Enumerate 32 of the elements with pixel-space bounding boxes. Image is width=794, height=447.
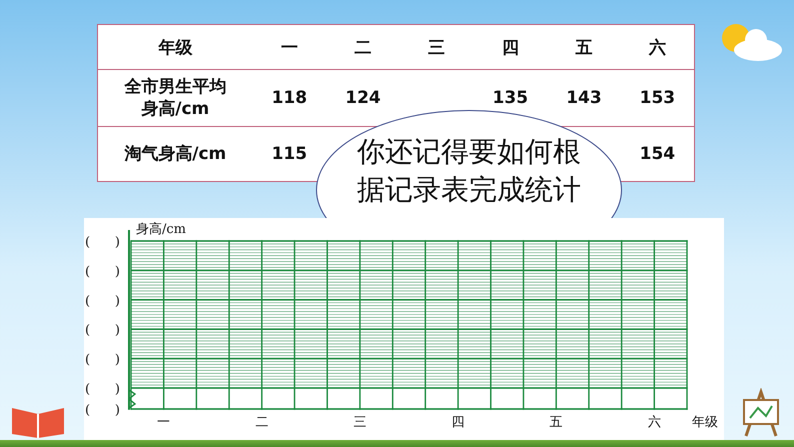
axis-value-slot: ( ) (85, 352, 120, 368)
axis-label: 一 (157, 415, 170, 430)
axis-value-slot: ( ) (85, 264, 120, 280)
column-header: 四 (473, 24, 548, 70)
table-cell: 153 (640, 88, 676, 108)
axis-title: 身高/cm (136, 222, 186, 237)
column-header: 二 (326, 24, 400, 70)
axis-value-slot: ( ) (85, 382, 120, 397)
axis-value-slot: ( ) (85, 403, 120, 418)
column-header: 一 (252, 24, 326, 70)
axis-value-slot: ( ) (85, 294, 120, 309)
axis-label: 五 (550, 415, 563, 430)
axis-label: 六 (648, 415, 661, 430)
table-cell: 154 (640, 144, 676, 164)
axis-label: 四 (452, 415, 465, 430)
axis-label: 二 (255, 415, 268, 430)
column-header: 五 (547, 24, 621, 70)
row-label: 全市男生平均身高/cm (123, 76, 228, 120)
table-cell: 143 (566, 88, 602, 108)
axis-value-slot: ( ) (85, 323, 120, 338)
table-cell: 115 (272, 144, 308, 164)
axis-label: 三 (353, 415, 366, 430)
table-cell: 124 (345, 88, 381, 108)
column-header: 六 (620, 24, 694, 70)
table-cell: 135 (492, 88, 528, 108)
row-label: 淘气身高/cm (123, 142, 228, 166)
column-header: 年级 (98, 24, 252, 70)
axis-title: 年级 (692, 415, 718, 430)
bubble-text: 你还记得要如何根据记录表完成统计 (357, 134, 581, 208)
axis-value-slot: ( ) (85, 235, 120, 250)
column-header: 三 (400, 24, 474, 70)
table-cell: 118 (272, 88, 308, 108)
